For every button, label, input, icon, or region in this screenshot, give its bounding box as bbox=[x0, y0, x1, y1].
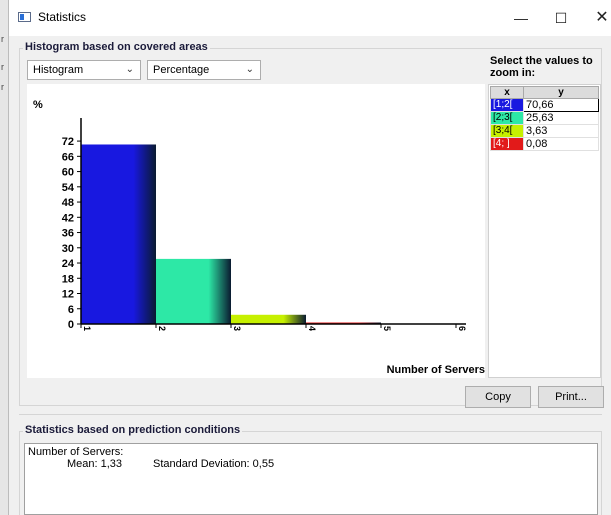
background-window-text: r bbox=[1, 82, 4, 92]
x-tick-label: 3 bbox=[232, 326, 242, 331]
x-tick-label: 6 bbox=[457, 326, 467, 331]
scale-value: Percentage bbox=[153, 64, 210, 76]
background-window-text: r bbox=[1, 62, 4, 72]
y-tick-label: 0 bbox=[68, 319, 74, 331]
zoom-values-panel: x y [1;2[70,66 [2;3[25,63 [3;4[3,63 [4; ] 0,… bbox=[488, 84, 601, 378]
y-tick-label: 12 bbox=[62, 289, 74, 301]
y-tick-label: 18 bbox=[62, 273, 74, 285]
zoom-x-cell[interactable]: [1;2[ bbox=[490, 98, 524, 112]
x-tick-label: 2 bbox=[157, 326, 167, 331]
chevron-down-icon: ⌄ bbox=[125, 64, 134, 75]
histogram-bar bbox=[156, 258, 231, 324]
column-header-x: x bbox=[490, 86, 524, 99]
stats-heading: Number of Servers: bbox=[28, 446, 124, 458]
y-tick-label: 54 bbox=[62, 182, 75, 194]
background-window-text: r bbox=[1, 34, 4, 44]
background-window-strip: r r r bbox=[0, 0, 8, 515]
y-tick-label: 60 bbox=[62, 167, 74, 179]
maximize-button[interactable]: ☐ bbox=[539, 4, 583, 32]
zoom-y-cell[interactable]: 70,66 bbox=[523, 98, 599, 112]
y-tick-label: 24 bbox=[62, 258, 75, 270]
zoom-table-row[interactable]: [3;4[3,63 bbox=[490, 124, 599, 138]
y-tick-label: 36 bbox=[62, 228, 74, 240]
chart-type-value: Histogram bbox=[33, 64, 84, 76]
statistics-window: Statistics — ☐ ✕ Histogram based on cove… bbox=[8, 0, 611, 515]
y-tick-label: 30 bbox=[62, 243, 74, 255]
histogram-svg: 061218243036424854606672%1 2 3 4 5 6Number of… bbox=[33, 99, 485, 376]
chevron-down-icon: ⌄ bbox=[245, 64, 254, 75]
column-header-y: y bbox=[523, 86, 599, 99]
histogram-group-title: Histogram based on covered areas bbox=[23, 41, 210, 53]
x-axis-title: Number of Servers bbox=[387, 364, 485, 376]
close-button[interactable]: ✕ bbox=[580, 4, 611, 32]
histogram-chart[interactable]: 0 6 12 18 24 30 36 42 48 54 60 66 72% 1 2 3 4 5 6 Number of… bbox=[27, 84, 485, 378]
histogram-bar bbox=[81, 144, 156, 324]
zoom-table-row[interactable]: [1;2[70,66 bbox=[490, 98, 599, 112]
section-divider bbox=[19, 414, 602, 415]
scale-dropdown[interactable]: Percentage ⌄ bbox=[147, 60, 261, 80]
app-window-icon bbox=[18, 12, 31, 22]
x-tick-label: 1 bbox=[82, 326, 92, 331]
zoom-table-row[interactable]: [2;3[25,63 bbox=[490, 111, 599, 125]
zoom-y-cell[interactable]: 0,08 bbox=[523, 137, 599, 151]
title-bar[interactable]: Statistics — ☐ ✕ bbox=[9, 0, 611, 36]
x-tick-label: 4 bbox=[307, 326, 317, 331]
window-title: Statistics bbox=[38, 10, 87, 24]
x-tick-label: 5 bbox=[382, 326, 392, 331]
zoom-y-cell[interactable]: 25,63 bbox=[523, 111, 599, 125]
zoom-x-cell[interactable]: [3;4[ bbox=[490, 124, 524, 138]
chart-type-dropdown[interactable]: Histogram ⌄ bbox=[27, 60, 141, 80]
y-tick-label: 66 bbox=[62, 151, 74, 163]
copy-button[interactable]: Copy bbox=[465, 386, 531, 408]
print-button[interactable]: Print... bbox=[538, 386, 604, 408]
y-tick-label: 72 bbox=[62, 136, 74, 148]
zoom-x-cell[interactable]: [4; ] bbox=[490, 137, 524, 151]
y-axis-unit-label: % bbox=[33, 99, 43, 111]
prediction-stats-box: Number of Servers: Mean: 1,33 Standard D… bbox=[24, 443, 598, 515]
zoom-table-row[interactable]: [4; ] 0,08 bbox=[490, 137, 599, 151]
minimize-button[interactable]: — bbox=[499, 4, 543, 32]
y-tick-label: 42 bbox=[62, 212, 74, 224]
zoom-x-cell[interactable]: [2;3[ bbox=[490, 111, 524, 125]
zoom-values-table: x y [1;2[70,66 [2;3[25,63 [3;4[3,63 [4; ] 0,… bbox=[490, 86, 599, 151]
histogram-bar bbox=[231, 314, 306, 324]
y-tick-label: 48 bbox=[62, 197, 74, 209]
stats-mean: Mean: 1,33 bbox=[67, 458, 123, 470]
stats-std-dev: Standard Deviation: 0,55 bbox=[153, 458, 275, 470]
y-tick-label: 6 bbox=[68, 304, 74, 316]
prediction-group-title: Statistics based on prediction condition… bbox=[23, 424, 243, 436]
zoom-instruction-label: Select the values to zoom in: bbox=[490, 55, 593, 79]
zoom-y-cell[interactable]: 3,63 bbox=[523, 124, 599, 138]
